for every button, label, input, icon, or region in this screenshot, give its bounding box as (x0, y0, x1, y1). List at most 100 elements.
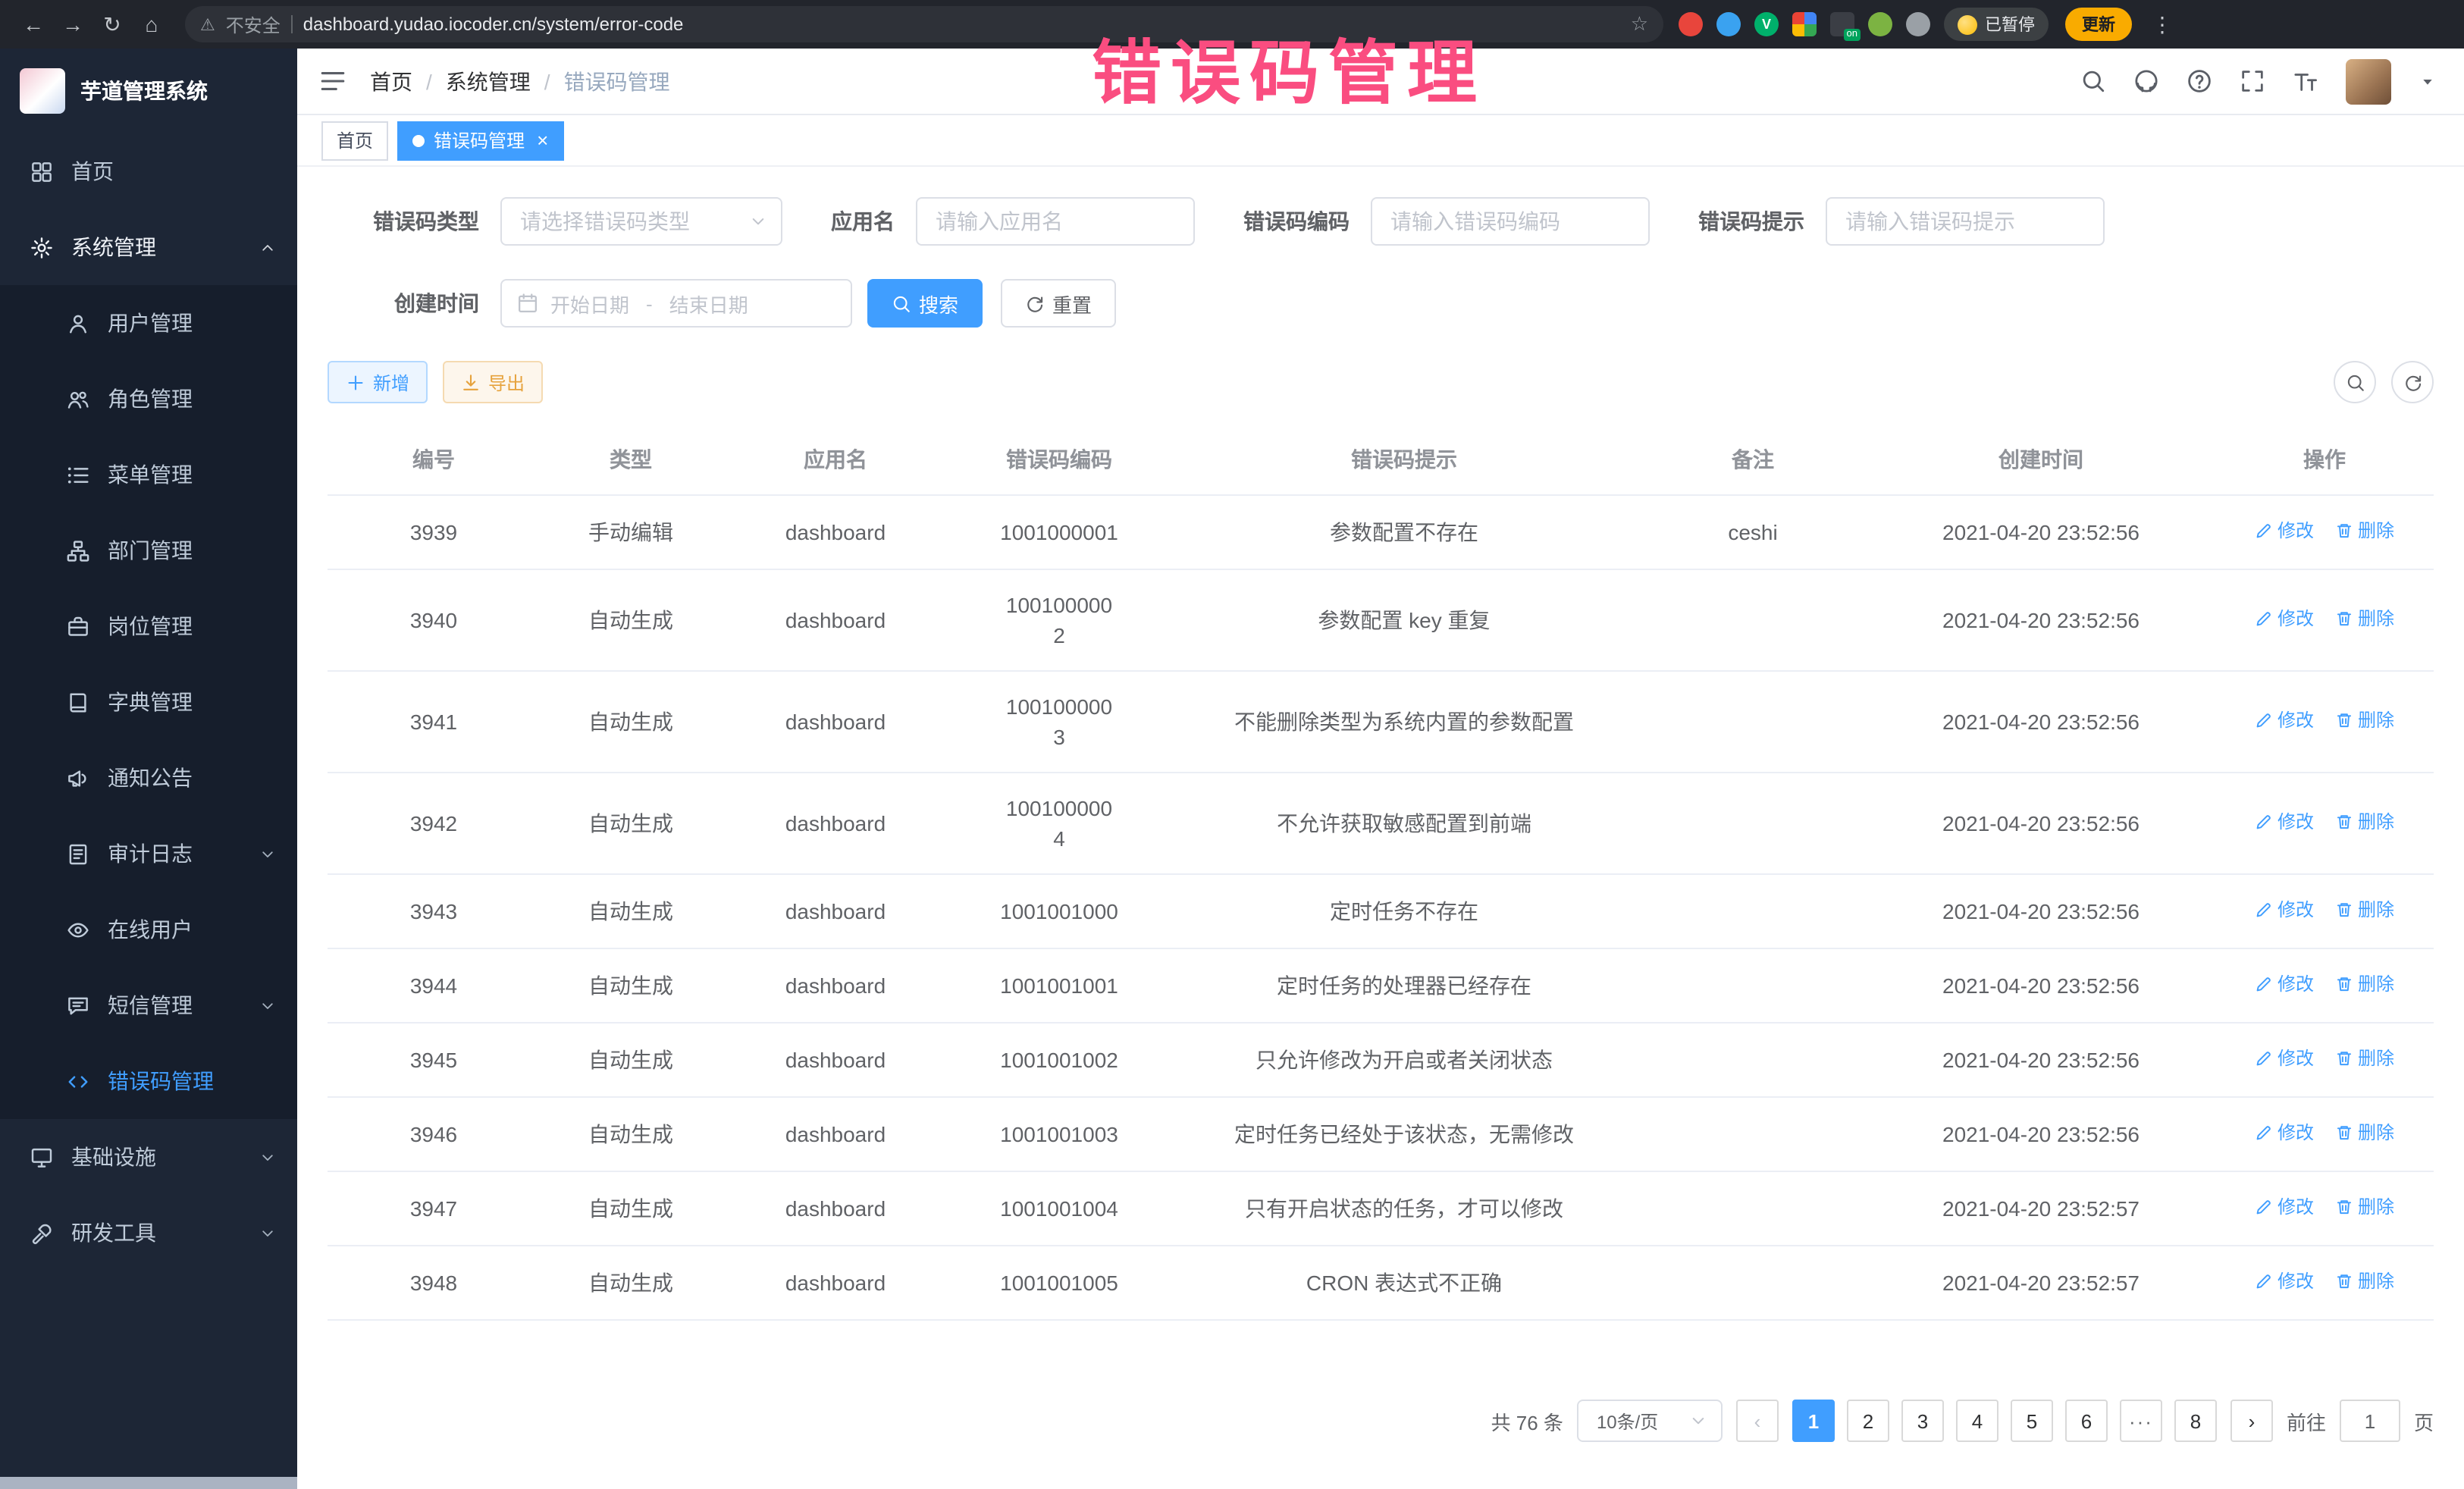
sidebar-item-system[interactable]: 系统管理 (0, 209, 297, 285)
export-button[interactable]: 导出 (443, 361, 543, 403)
extension-green-icon[interactable]: V (1754, 12, 1779, 36)
extension-red-icon[interactable] (1679, 12, 1703, 36)
page-button-8[interactable]: 8 (2174, 1400, 2217, 1442)
create-time-range-picker[interactable]: 开始日期 - 结束日期 (500, 279, 852, 328)
reset-button[interactable]: 重置 (1001, 279, 1116, 328)
sidebar-item-audit[interactable]: 审计日志 (0, 816, 297, 892)
edit-icon (2255, 522, 2273, 540)
breadcrumb-system[interactable]: 系统管理 (446, 66, 531, 96)
delete-link[interactable]: 删除 (2335, 1192, 2394, 1222)
update-button[interactable]: 更新 (2065, 8, 2132, 41)
sidebar-item-menu[interactable]: 菜单管理 (0, 437, 297, 513)
reload-icon[interactable]: ↻ (94, 6, 130, 42)
avatar-caret-icon[interactable] (2419, 72, 2437, 90)
add-button[interactable]: 新增 (328, 361, 428, 403)
delete-link[interactable]: 删除 (2335, 807, 2394, 837)
sidebar-item-home[interactable]: 首页 (0, 133, 297, 209)
cell-hint: 不能删除类型为系统内置的参数配置 (1169, 671, 1639, 773)
edit-link[interactable]: 修改 (2255, 969, 2314, 999)
edit-link[interactable]: 修改 (2255, 516, 2314, 546)
delete-link[interactable]: 删除 (2335, 705, 2394, 735)
tag-error-code[interactable]: 错误码管理 × (397, 121, 563, 160)
error-hint-input[interactable] (1826, 197, 2105, 246)
app-name-input[interactable] (916, 197, 1195, 246)
extension-leaf-icon[interactable] (1868, 12, 1892, 36)
sidebar-item-role[interactable]: 角色管理 (0, 361, 297, 437)
page-button-6[interactable]: 6 (2065, 1400, 2108, 1442)
edit-link[interactable]: 修改 (2255, 1043, 2314, 1074)
extension-dark-icon[interactable]: on (1830, 12, 1854, 36)
sidebar-item-infra[interactable]: 基础设施 (0, 1119, 297, 1195)
sidebar-item-sms[interactable]: 短信管理 (0, 967, 297, 1043)
cell-code: 1001001004 (949, 1171, 1169, 1246)
edit-link[interactable]: 修改 (2255, 1192, 2314, 1222)
edit-link[interactable]: 修改 (2255, 603, 2314, 634)
browser-menu-kebab-icon[interactable]: ⋮ (2146, 11, 2179, 37)
extension-blue-icon[interactable] (1716, 12, 1741, 36)
delete-link[interactable]: 删除 (2335, 603, 2394, 634)
error-code-input[interactable] (1371, 197, 1650, 246)
home-icon[interactable]: ⌂ (133, 6, 170, 42)
sidebar-menu: 首页系统管理用户管理角色管理菜单管理部门管理岗位管理字典管理通知公告审计日志在线… (0, 133, 297, 1477)
error-code-table: 编号类型应用名错误码编码错误码提示备注创建时间操作 3939手动编辑dashbo… (328, 425, 2434, 1321)
extension-grid-icon[interactable] (1792, 12, 1817, 36)
search-icon (2345, 372, 2365, 392)
prev-page-button[interactable]: ‹ (1736, 1400, 1779, 1442)
bookmark-star-icon[interactable]: ☆ (1631, 12, 1648, 36)
book-icon (67, 691, 89, 713)
sidebar-item-dict[interactable]: 字典管理 (0, 664, 297, 740)
delete-link[interactable]: 删除 (2335, 1118, 2394, 1148)
page-button-4[interactable]: 4 (1956, 1400, 1998, 1442)
page-size-select[interactable]: 10条/页 (1577, 1400, 1723, 1442)
code-icon (67, 1070, 89, 1092)
sidebar-item-online[interactable]: 在线用户 (0, 892, 297, 967)
search-button[interactable]: 搜索 (867, 279, 983, 328)
sidebar-item-user[interactable]: 用户管理 (0, 285, 297, 361)
extensions-puzzle-icon[interactable] (1906, 12, 1930, 36)
font-size-icon[interactable] (2293, 68, 2318, 94)
goto-page-input[interactable] (2340, 1400, 2400, 1442)
help-icon[interactable] (2187, 68, 2212, 94)
sidebar-item-notice[interactable]: 通知公告 (0, 740, 297, 816)
toggle-search-button[interactable] (2334, 361, 2376, 403)
next-page-button[interactable]: › (2230, 1400, 2273, 1442)
error-type-select[interactable]: 请选择错误码类型 (500, 197, 782, 246)
delete-link[interactable]: 删除 (2335, 1043, 2394, 1074)
fullscreen-icon[interactable] (2240, 68, 2265, 94)
tag-close-icon[interactable]: × (537, 130, 548, 150)
edit-link[interactable]: 修改 (2255, 1266, 2314, 1296)
delete-link[interactable]: 删除 (2335, 895, 2394, 925)
tag-home[interactable]: 首页 (321, 121, 388, 160)
hamburger-icon[interactable] (318, 67, 347, 96)
forward-icon[interactable]: → (55, 6, 91, 42)
page-button-5[interactable]: 5 (2011, 1400, 2053, 1442)
edit-link[interactable]: 修改 (2255, 705, 2314, 735)
page-button-2[interactable]: 2 (1847, 1400, 1889, 1442)
avatar[interactable] (2346, 58, 2391, 104)
eye-icon (67, 918, 89, 941)
header-search-icon[interactable] (2080, 68, 2106, 94)
delete-link[interactable]: 删除 (2335, 1266, 2394, 1296)
back-icon[interactable]: ← (15, 6, 52, 42)
refresh-table-button[interactable] (2391, 361, 2434, 403)
more-pages-button[interactable]: ··· (2120, 1400, 2162, 1442)
dashboard-icon (30, 160, 53, 183)
breadcrumb-home[interactable]: 首页 (370, 66, 412, 96)
edit-link[interactable]: 修改 (2255, 895, 2314, 925)
sidebar-item-errorcode[interactable]: 错误码管理 (0, 1043, 297, 1119)
delete-link[interactable]: 删除 (2335, 969, 2394, 999)
logo[interactable]: 芋道管理系统 (0, 49, 297, 133)
edit-link[interactable]: 修改 (2255, 807, 2314, 837)
sidebar-item-dept[interactable]: 部门管理 (0, 513, 297, 588)
github-icon[interactable] (2133, 68, 2159, 94)
sidebar-collapse-handle[interactable] (0, 1477, 297, 1489)
edit-link[interactable]: 修改 (2255, 1118, 2314, 1148)
delete-link[interactable]: 删除 (2335, 516, 2394, 546)
plus-icon (346, 372, 365, 392)
sidebar-item-post[interactable]: 岗位管理 (0, 588, 297, 664)
page-button-1[interactable]: 1 (1792, 1400, 1835, 1442)
column-header-0: 编号 (328, 425, 540, 495)
paused-badge[interactable]: 已暂停 (1944, 8, 2049, 41)
sidebar-item-devtools[interactable]: 研发工具 (0, 1195, 297, 1271)
page-button-3[interactable]: 3 (1901, 1400, 1944, 1442)
